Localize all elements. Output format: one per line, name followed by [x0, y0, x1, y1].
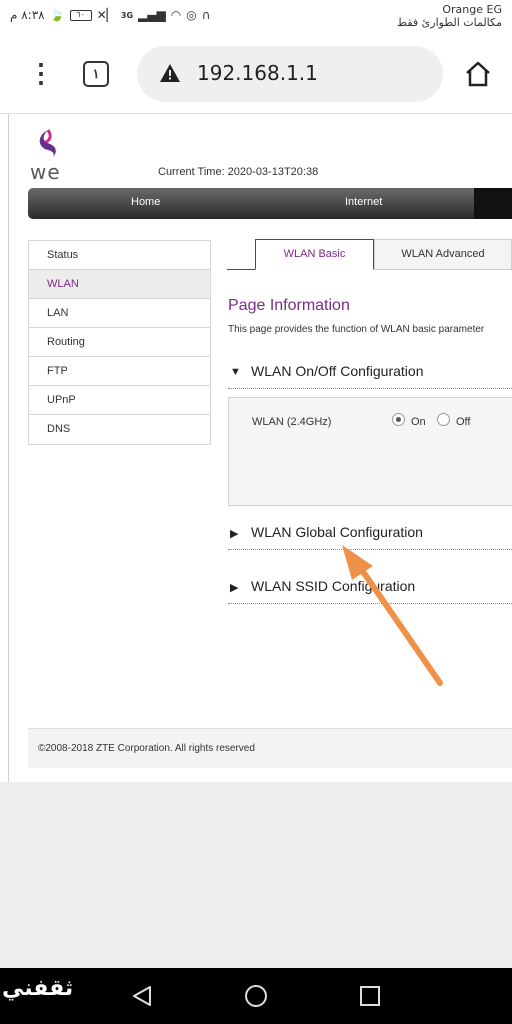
- sidebar-item-ftp[interactable]: FTP: [29, 357, 210, 386]
- triangle-right-icon: ▶: [230, 528, 239, 540]
- logo-text: we: [30, 160, 61, 184]
- top-nav: Home Internet: [28, 188, 512, 219]
- carrier-status: مكالمات الطوارئ فقط: [396, 16, 502, 29]
- radio-off[interactable]: [437, 413, 450, 426]
- section-wlan-global[interactable]: ▶ WLAN Global Configuration: [228, 520, 512, 550]
- watermark-text: ثقفني: [2, 976, 74, 1001]
- triangle-right-icon: ▶: [230, 582, 239, 594]
- sidebar-item-upnp[interactable]: UPnP: [29, 386, 210, 415]
- browser-toolbar: ⋮ ١ 192.168.1.1: [0, 36, 512, 114]
- status-bar: ٨:٣٨ م 🍃 ٦٠ ✕▏ 3G ▂▄▆ ◠ ◎ ∩ Orange EG مك…: [0, 0, 512, 36]
- home-circle-icon[interactable]: [244, 984, 268, 1008]
- page-info-description: This page provides the function of WLAN …: [228, 324, 485, 335]
- battery-icon: ٦٠: [69, 9, 92, 21]
- nav-end-cap: [474, 188, 512, 219]
- network-type: 3G: [120, 10, 134, 20]
- status-icons: ٨:٣٨ م 🍃 ٦٠ ✕▏ 3G ▂▄▆ ◠ ◎ ∩: [10, 8, 210, 22]
- url-text[interactable]: 192.168.1.1: [197, 61, 318, 85]
- radio-on-label: On: [411, 416, 426, 428]
- carrier-info: Orange EG مكالمات الطوارئ فقط: [397, 3, 502, 29]
- section-wlan-ssid[interactable]: ▶ WLAN SSID Configuration: [228, 574, 512, 604]
- section-title: WLAN Global Configuration: [251, 524, 423, 540]
- headset-icon: ∩: [201, 8, 211, 22]
- page-footer: ©2008-2018 ZTE Corporation. All rights r…: [28, 728, 512, 768]
- recents-icon[interactable]: [358, 984, 382, 1008]
- radio-on[interactable]: [392, 413, 405, 426]
- triangle-down-icon: ▼: [230, 366, 241, 378]
- side-menu: Status WLAN LAN Routing FTP UPnP DNS: [28, 240, 211, 445]
- section-wlan-onoff[interactable]: ▼ WLAN On/Off Configuration: [228, 359, 512, 389]
- page-divider: [8, 114, 9, 782]
- back-icon[interactable]: [130, 984, 154, 1008]
- we-logo: we: [28, 126, 68, 187]
- warning-triangle-icon[interactable]: [159, 63, 181, 83]
- vertical-dots-icon[interactable]: ⋮: [28, 58, 54, 88]
- sidebar-item-status[interactable]: Status: [29, 241, 210, 270]
- sidebar-item-lan[interactable]: LAN: [29, 299, 210, 328]
- wlan-onoff-panel: WLAN (2.4GHz) On Off: [228, 397, 512, 506]
- data-saver-icon: ◎: [186, 8, 197, 22]
- nav-internet[interactable]: Internet: [345, 196, 382, 208]
- nav-home[interactable]: Home: [131, 196, 160, 208]
- section-title: WLAN SSID Configuration: [251, 578, 416, 594]
- section-title: WLAN On/Off Configuration: [251, 363, 424, 379]
- address-bar[interactable]: 192.168.1.1: [137, 46, 443, 102]
- tab-wlan-advanced[interactable]: WLAN Advanced: [374, 239, 512, 270]
- carrier-name: Orange EG: [442, 3, 502, 16]
- current-time: Current Time: 2020-03-13T20:38: [158, 166, 319, 178]
- radio-off-label: Off: [456, 416, 471, 428]
- system-nav-bar: ثقفني: [0, 968, 512, 1024]
- leaf-icon: 🍃: [49, 8, 65, 22]
- sidebar-item-routing[interactable]: Routing: [29, 328, 210, 357]
- router-page: we Current Time: 2020-03-13T20:38 Home I…: [0, 114, 512, 782]
- wlan-band-label: WLAN (2.4GHz): [252, 416, 332, 428]
- signal-bars-icon: ▂▄▆: [138, 8, 166, 22]
- clock: ٨:٣٨ م: [10, 8, 45, 22]
- tab-wlan-basic[interactable]: WLAN Basic: [255, 239, 374, 270]
- home-icon[interactable]: [464, 60, 492, 88]
- watermark-logo: ثقفني: [2, 976, 73, 1001]
- sidebar-item-dns[interactable]: DNS: [29, 415, 210, 444]
- sidebar-item-wlan[interactable]: WLAN: [29, 270, 210, 299]
- page-info-title: Page Information: [228, 297, 350, 314]
- copyright-text: ©2008-2018 ZTE Corporation. All rights r…: [38, 743, 255, 754]
- signal-icon: ✕▏: [96, 8, 116, 22]
- tab-switcher-button[interactable]: ١: [83, 61, 109, 87]
- wifi-icon: ◠: [170, 8, 182, 22]
